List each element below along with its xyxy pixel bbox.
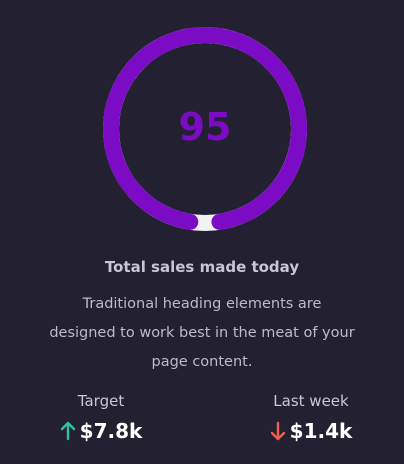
stat-last-week: Last week $1.4k bbox=[266, 390, 356, 444]
arrow-up-icon bbox=[60, 421, 76, 441]
arrow-down-icon bbox=[270, 421, 286, 441]
sales-gauge: 95 bbox=[100, 24, 310, 234]
sales-card: 95 Total sales made today Traditional he… bbox=[0, 0, 404, 464]
card-description: Traditional heading elements are designe… bbox=[49, 296, 355, 370]
gauge-value: 95 bbox=[178, 105, 232, 149]
card-title: Total sales made today bbox=[104, 258, 300, 276]
stat-last-week-label: Last week bbox=[273, 392, 349, 410]
stat-last-week-value: $1.4k bbox=[289, 419, 353, 443]
stat-target-value: $7.8k bbox=[79, 419, 143, 443]
stat-target-label: Target bbox=[77, 392, 125, 410]
stat-target: Target $7.8k bbox=[56, 390, 146, 444]
